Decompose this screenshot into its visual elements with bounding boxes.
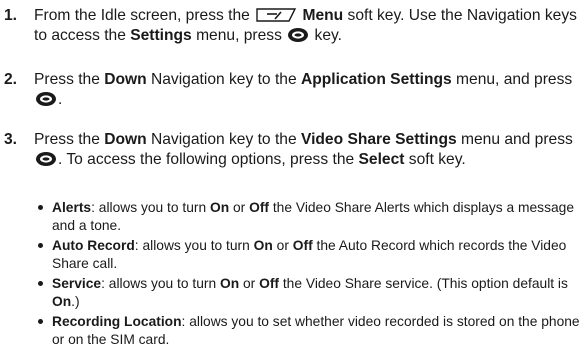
video-share-settings-label: Video Share Settings <box>300 131 457 148</box>
text-segment: : allows you to turn <box>91 200 210 215</box>
down-key-label: Down <box>104 71 147 88</box>
step-text-segment: Press the <box>34 131 105 148</box>
option-term: Alerts <box>52 200 92 215</box>
settings-menu-label: Settings <box>130 27 192 44</box>
step-text-segment: menu, and press <box>451 71 573 88</box>
step-text-segment: menu and press <box>456 131 573 148</box>
left-softkey-icon <box>256 8 297 22</box>
step-text: From the Idle screen, press the Menu sof… <box>34 6 582 46</box>
text-segment: or <box>229 200 250 215</box>
step-text-segment: . To access the following options, press… <box>58 151 359 168</box>
step-text-segment: key. <box>310 27 342 44</box>
list-item-text: Alerts: allows you to turn On or Off the… <box>52 199 582 234</box>
step-text-segment: From the Idle screen, press the <box>34 7 255 24</box>
list-item-text: Recording Location: allows you to set wh… <box>52 313 582 348</box>
step-number: 2. <box>4 71 18 88</box>
select-softkey-label: Select <box>358 151 405 168</box>
off-label: Off <box>259 276 280 291</box>
list-item-text: Auto Record: allows you to turn On or Of… <box>52 237 582 272</box>
text-segment: .) <box>71 293 80 309</box>
option-term: Recording Location <box>52 314 182 329</box>
step-text-segment: Navigation key to the <box>146 71 301 88</box>
ok-key-icon <box>288 28 309 42</box>
bullet-dot <box>38 205 43 210</box>
option-term: Auto Record <box>52 238 135 253</box>
off-label: Off <box>249 200 270 215</box>
step-number: 3. <box>4 131 18 148</box>
step-text-segment: Navigation key to the <box>146 131 301 148</box>
manual-page: 1. From the Idle screen, press the Menu … <box>0 0 586 352</box>
on-label: On <box>209 200 230 215</box>
step-text-segment: soft key. <box>404 151 466 168</box>
text-segment: or <box>272 238 293 253</box>
bullet-dot <box>38 281 43 286</box>
text-segment: the Video Share service. (This option de… <box>279 276 568 291</box>
step-number: 1. <box>4 7 18 24</box>
step-text-segment: Press the <box>34 71 105 88</box>
ok-key-icon <box>36 152 56 166</box>
on-label: On <box>52 293 72 309</box>
list-item-text: Service: allows you to turn On or Off th… <box>52 275 582 310</box>
down-key-label: Down <box>104 131 147 148</box>
step-text: Press the Down Navigation key to the App… <box>34 70 582 110</box>
step-text-segment: menu, press <box>191 27 287 44</box>
on-label: On <box>253 238 273 253</box>
text-segment: : allows you to turn <box>134 238 254 253</box>
ok-key-icon <box>36 92 56 106</box>
step-text: Press the Down Navigation key to the Vid… <box>34 130 582 170</box>
application-settings-label: Application Settings <box>300 71 452 88</box>
step-text-segment: . <box>58 91 63 108</box>
text-segment: : allows you to turn <box>101 276 220 291</box>
menu-softkey-label: Menu <box>302 7 344 24</box>
bullet-dot <box>38 243 43 248</box>
option-term: Service <box>52 276 102 291</box>
on-label: On <box>219 276 240 291</box>
bullet-dot <box>38 319 43 324</box>
text-segment: or <box>239 276 260 291</box>
off-label: Off <box>292 238 313 253</box>
